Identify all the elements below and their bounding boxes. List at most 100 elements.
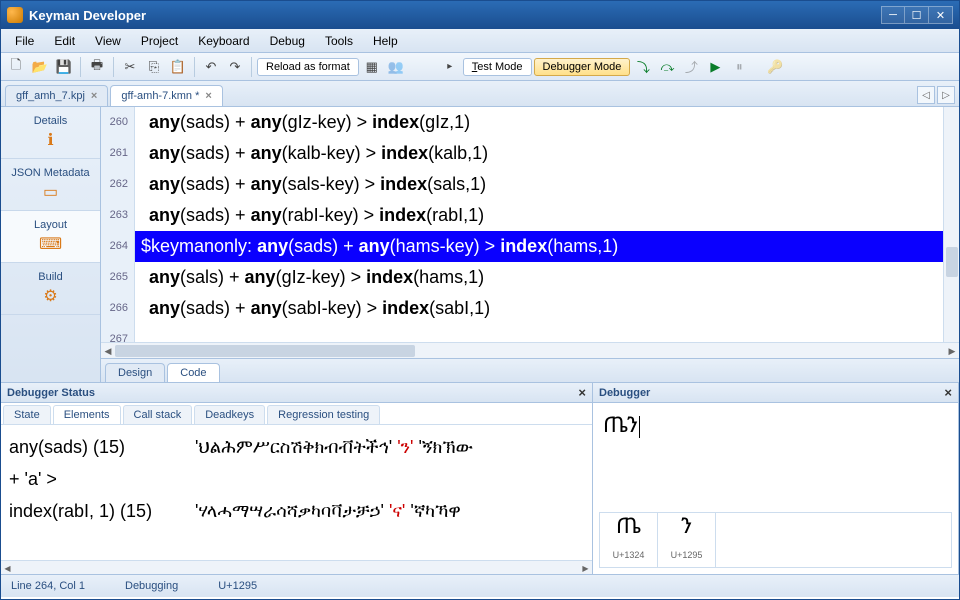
metadata-icon: ▭ — [37, 182, 65, 202]
separator — [80, 57, 81, 77]
code-line[interactable]: any(sads) + any(sabI-key) > index(sabI,1… — [135, 293, 959, 324]
file-tab-label: gff_amh_7.kpj — [16, 90, 85, 102]
tab-deadkeys[interactable]: Deadkeys — [194, 405, 265, 424]
menu-view[interactable]: View — [85, 32, 131, 50]
info-icon: ℹ — [37, 130, 65, 150]
keyboard-icon: ⌨ — [37, 234, 65, 254]
sidebar-item-label: Layout — [34, 219, 67, 231]
horizontal-scrollbar[interactable]: ◀ ▶ — [1, 560, 592, 574]
menu-tools[interactable]: Tools — [315, 32, 363, 50]
file-tab[interactable]: gff-amh-7.kmn * × — [110, 85, 223, 106]
close-panel-icon[interactable]: × — [944, 385, 952, 400]
test-mode-button[interactable]: Test Mode — [463, 58, 532, 76]
sidebar-item-json-metadata[interactable]: JSON Metadata ▭ — [1, 159, 100, 211]
chevron-right-icon[interactable]: ▸ — [439, 56, 461, 78]
glyph-bar: ጤ U+1324 ን U+1295 — [599, 512, 952, 568]
file-tab[interactable]: gff_amh_7.kpj × — [5, 85, 108, 106]
tab-regression-testing[interactable]: Regression testing — [267, 405, 380, 424]
separator — [251, 57, 252, 77]
menu-bar: File Edit View Project Keyboard Debug To… — [1, 29, 959, 53]
new-icon[interactable]: 🗋 — [5, 56, 27, 78]
code-line[interactable]: any(sads) + any(gIz-key) > index(gIz,1) — [135, 107, 959, 138]
tab-state[interactable]: State — [3, 405, 51, 424]
close-button[interactable]: ✕ — [929, 6, 953, 24]
reload-format-button[interactable]: Reload as format — [257, 58, 359, 76]
tab-prev-button[interactable]: ◁ — [917, 86, 935, 104]
close-tab-icon[interactable]: × — [91, 90, 97, 102]
window-title: Keyman Developer — [29, 8, 881, 23]
scroll-left-icon[interactable]: ◀ — [101, 344, 115, 358]
code-line[interactable]: any(sals) + any(gIz-key) > index(hams,1) — [135, 262, 959, 293]
menu-keyboard[interactable]: Keyboard — [188, 32, 259, 50]
compile-icon[interactable]: ▦ — [361, 56, 383, 78]
debugger-body[interactable]: ጤን ጤ U+1324 ን U+1295 — [593, 403, 958, 574]
menu-project[interactable]: Project — [131, 32, 188, 50]
menu-debug[interactable]: Debug — [260, 32, 315, 50]
tab-code[interactable]: Code — [167, 363, 219, 382]
menu-help[interactable]: Help — [363, 32, 408, 50]
sidebar-item-label: Details — [34, 115, 68, 127]
vertical-scrollbar[interactable] — [943, 107, 959, 342]
code-content[interactable]: any(sads) + any(gIz-key) > index(gIz,1)a… — [135, 107, 959, 342]
debugger-element-row: + 'a' > — [9, 463, 584, 495]
status-bar: Line 264, Col 1 Debugging U+1295 — [1, 575, 959, 597]
debugger-status-panel: Debugger Status × State Elements Call st… — [1, 383, 593, 574]
close-tab-icon[interactable]: × — [205, 90, 211, 102]
codepoint: U+1324 — [613, 540, 645, 570]
file-tab-bar: gff_amh_7.kpj × gff-amh-7.kmn * × ◁ ▷ — [1, 81, 959, 107]
line-number-gutter: 260 261 262 263 264 265 266 267 — [101, 107, 135, 342]
scroll-right-icon[interactable]: ▶ — [579, 562, 592, 574]
glyph: ን — [681, 510, 692, 540]
text-cursor — [639, 416, 640, 438]
debugger-element-row: any(sads) (15)'ህልሕምሥርስሽቅክብቭትችኅ' 'ን' 'ኝክኽ… — [9, 431, 584, 463]
paste-icon[interactable]: 📋 — [167, 56, 189, 78]
tab-design[interactable]: Design — [105, 363, 165, 382]
scroll-left-icon[interactable]: ◀ — [1, 562, 14, 574]
step-over-icon[interactable]: ⤼ — [656, 56, 678, 78]
maximize-button[interactable]: ☐ — [905, 6, 929, 24]
sidebar: Details ℹ JSON Metadata ▭ Layout ⌨ Build… — [1, 107, 101, 382]
minimize-button[interactable]: ─ — [881, 6, 905, 24]
sidebar-item-build[interactable]: Build ⚙ — [1, 263, 100, 315]
code-line[interactable]: any(sads) + any(kalb-key) > index(kalb,1… — [135, 138, 959, 169]
step-into-icon[interactable]: ⤵ — [632, 56, 654, 78]
status-mode: Debugging — [125, 580, 178, 592]
panel-title: Debugger — [599, 387, 650, 399]
menu-edit[interactable]: Edit — [44, 32, 85, 50]
debugger-element-row: index(rabI, 1) (15)'ሃላሓማሣራሳሻቃካባቫታቻኃ' 'ና'… — [9, 495, 584, 527]
glyph-cell: ጤ U+1324 — [600, 513, 658, 567]
horizontal-scrollbar[interactable]: ◀ ▶ — [101, 342, 959, 358]
copy-icon[interactable]: ⎘ — [143, 56, 165, 78]
menu-file[interactable]: File — [5, 32, 44, 50]
code-line[interactable]: any(sads) + any(sals-key) > index(sals,1… — [135, 169, 959, 200]
code-line[interactable]: $keymanonly: any(sads) + any(hams-key) >… — [135, 231, 959, 262]
tab-call-stack[interactable]: Call stack — [123, 405, 193, 424]
sidebar-item-details[interactable]: Details ℹ — [1, 107, 100, 159]
undo-icon[interactable]: ↶ — [200, 56, 222, 78]
step-out-icon[interactable]: ⤴ — [680, 56, 702, 78]
tab-next-button[interactable]: ▷ — [937, 86, 955, 104]
open-icon[interactable]: 📂 — [29, 56, 51, 78]
file-tab-label: gff-amh-7.kmn * — [121, 90, 199, 102]
users-icon[interactable]: 👥 — [385, 56, 407, 78]
cut-icon[interactable]: ✂ — [119, 56, 141, 78]
debugger-typed-text: ጤን — [603, 409, 638, 439]
tab-elements[interactable]: Elements — [53, 405, 121, 424]
glyph-cell: ን U+1295 — [658, 513, 716, 567]
print-icon[interactable]: 🖶 — [86, 56, 108, 78]
stop-icon[interactable]: 🔑 — [764, 56, 786, 78]
code-editor: 260 261 262 263 264 265 266 267 any(sads… — [101, 107, 959, 382]
titlebar: Keyman Developer ─ ☐ ✕ — [1, 1, 959, 29]
save-icon[interactable]: 💾 — [53, 56, 75, 78]
sidebar-item-layout[interactable]: Layout ⌨ — [1, 211, 100, 263]
close-panel-icon[interactable]: × — [578, 385, 586, 400]
glyph: ጤ — [616, 510, 641, 540]
redo-icon[interactable]: ↷ — [224, 56, 246, 78]
code-line[interactable]: any(sads) + any(rabI-key) > index(rabI,1… — [135, 200, 959, 231]
continue-icon[interactable]: ▶ — [704, 56, 726, 78]
separator — [194, 57, 195, 77]
scroll-right-icon[interactable]: ▶ — [945, 344, 959, 358]
debugger-mode-button[interactable]: Debugger Mode — [534, 58, 631, 76]
pause-icon[interactable]: ⏸ — [728, 56, 750, 78]
panel-title: Debugger Status — [7, 387, 95, 399]
